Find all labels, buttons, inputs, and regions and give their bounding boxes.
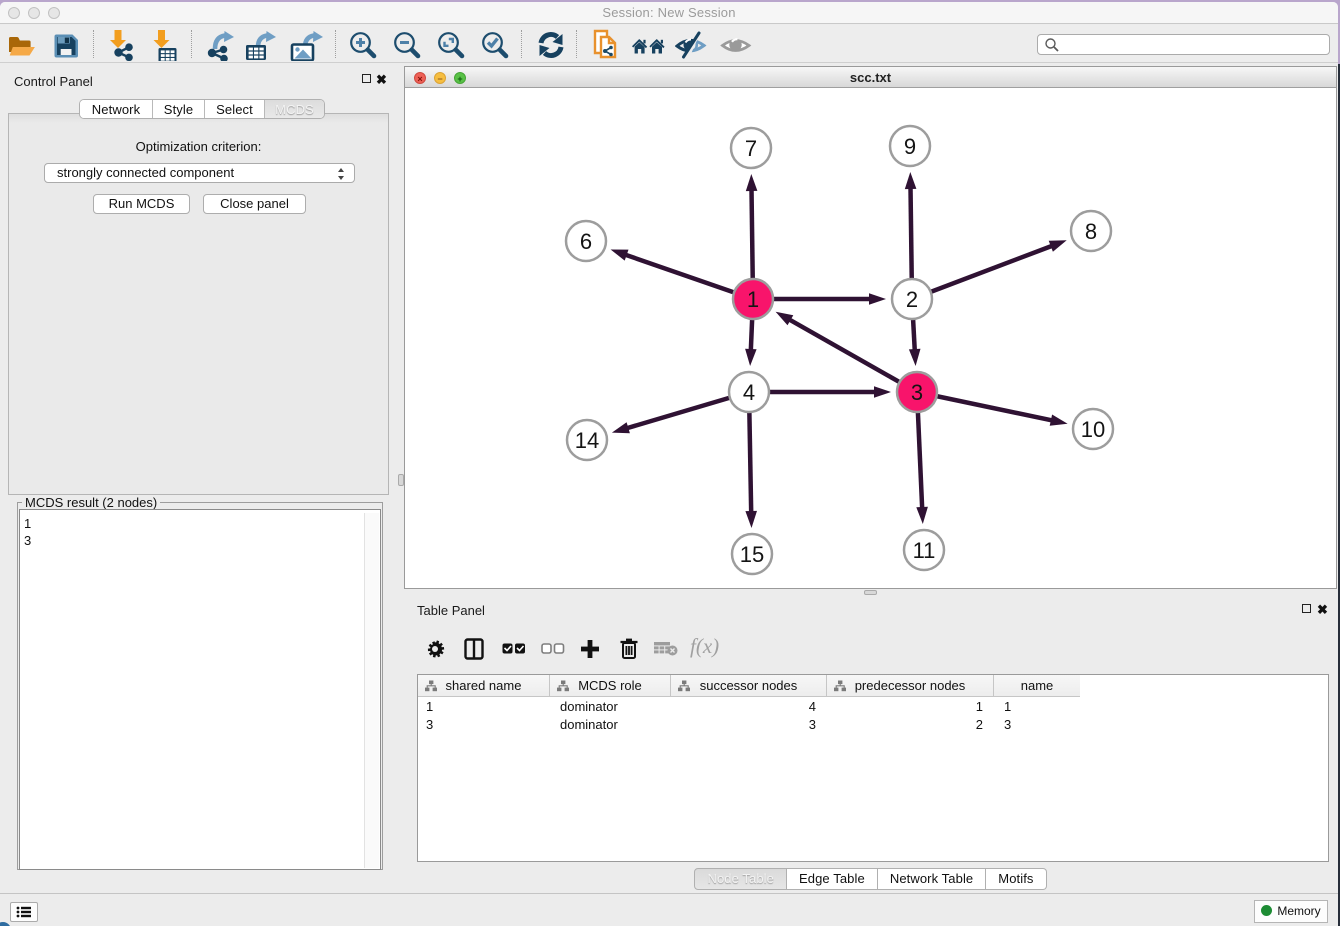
svg-text:7: 7 xyxy=(745,136,757,161)
svg-text:1: 1 xyxy=(747,287,759,312)
svg-text:10: 10 xyxy=(1081,417,1105,442)
svg-text:9: 9 xyxy=(904,134,916,159)
svg-text:2: 2 xyxy=(906,287,918,312)
svg-text:11: 11 xyxy=(913,538,936,563)
svg-text:14: 14 xyxy=(575,428,599,453)
svg-text:6: 6 xyxy=(580,229,592,254)
svg-text:4: 4 xyxy=(743,380,755,405)
svg-text:15: 15 xyxy=(740,542,764,567)
svg-text:8: 8 xyxy=(1085,219,1097,244)
svg-text:3: 3 xyxy=(911,380,923,405)
